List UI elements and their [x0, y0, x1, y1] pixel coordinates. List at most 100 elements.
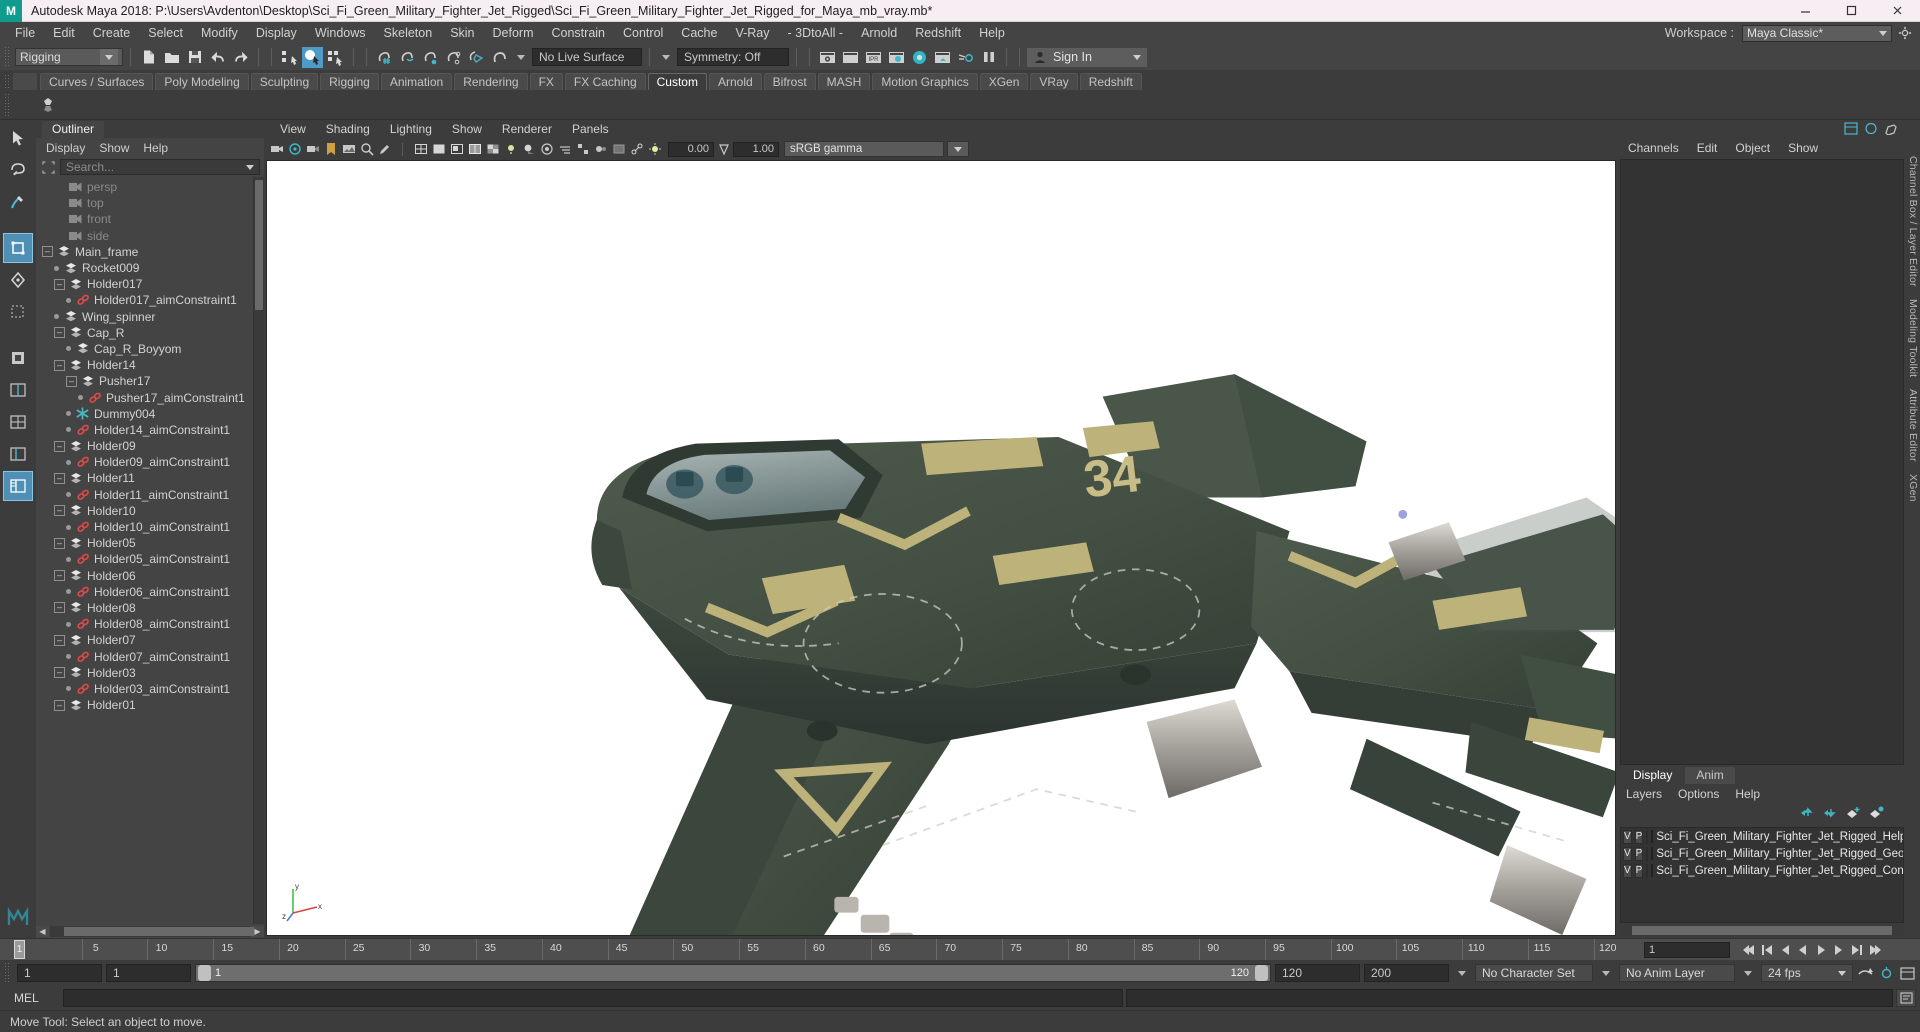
tree-expander-icon[interactable]: – [54, 634, 65, 646]
outliner-horizontal-scrollbar[interactable] [50, 925, 254, 937]
shelf-tab-motion-graphics[interactable]: Motion Graphics [872, 73, 978, 90]
open-scene-icon[interactable] [161, 47, 182, 68]
menu-display[interactable]: Display [247, 22, 306, 44]
tab-display-layers[interactable]: Display [1622, 767, 1684, 784]
tool-settings-icon[interactable] [1884, 122, 1898, 138]
tab-anim-layers[interactable]: Anim [1685, 767, 1735, 784]
viewport-menu-panels[interactable]: Panels [562, 122, 619, 136]
gamma-icon[interactable] [715, 141, 732, 158]
outliner-node[interactable]: Holder10_aimConstraint1 [36, 519, 253, 535]
vtab-channel-box-layer-editor[interactable]: Channel Box / Layer Editor [1907, 150, 1919, 293]
sign-in-button[interactable]: Sign In [1027, 47, 1147, 67]
layer-visibility-toggle[interactable]: V [1623, 863, 1632, 878]
color-space-dropdown-button[interactable] [947, 141, 969, 157]
channel-box-content[interactable] [1620, 159, 1904, 765]
outliner-node[interactable]: Holder09_aimConstraint1 [36, 454, 253, 470]
new-layer-from-selected-icon[interactable] [1869, 806, 1884, 822]
scrollbar-thumb[interactable] [1632, 926, 1892, 935]
shelf-grip[interactable] [4, 74, 11, 90]
current-frame-field[interactable]: 1 [1644, 941, 1730, 958]
auto-key-icon[interactable] [1857, 965, 1874, 982]
layer-row[interactable]: V P Sci_Fi_Green_Military_Fighter_Jet_Rigg… [1621, 862, 1903, 879]
outliner-node[interactable]: – Holder10 [36, 503, 253, 519]
layer-menu-layers[interactable]: Layers [1626, 787, 1662, 801]
channel-menu-object[interactable]: Object [1735, 141, 1770, 155]
channel-box-icon[interactable] [1844, 122, 1858, 138]
scrollbar-thumb[interactable] [255, 180, 263, 310]
character-set-options-icon[interactable] [1899, 965, 1916, 982]
shelf-tab-fx-caching[interactable]: FX Caching [564, 73, 646, 90]
make-live-icon[interactable] [489, 47, 510, 68]
menu-modify[interactable]: Modify [192, 22, 247, 44]
outliner-node[interactable]: Pusher17_aimConstraint1 [36, 389, 253, 405]
grease-pencil-icon[interactable] [376, 141, 393, 158]
tree-expander-icon[interactable]: – [54, 278, 65, 290]
last-tool-icon[interactable] [3, 343, 33, 373]
vtab-attribute-editor[interactable]: Attribute Editor [1907, 383, 1919, 468]
live-surface-field[interactable]: No Live Surface [532, 48, 642, 66]
workspace-selector[interactable]: Maya Classic* [1742, 24, 1892, 42]
vtab-xgen[interactable]: XGen [1907, 468, 1919, 508]
close-icon[interactable] [1874, 0, 1920, 22]
playback-speed-selector[interactable]: 24 fps [1761, 964, 1853, 982]
chevron-down-icon[interactable] [246, 164, 254, 170]
outliner-node[interactable]: – Holder07 [36, 632, 253, 648]
new-scene-icon[interactable] [138, 47, 159, 68]
ipr-render-icon[interactable]: IPR [863, 47, 884, 68]
outliner-vertical-scrollbar[interactable] [253, 177, 264, 924]
outliner-node[interactable]: – Cap_R [36, 325, 253, 341]
chevron-down-icon[interactable] [1602, 970, 1610, 976]
pause-render-icon[interactable] [978, 47, 999, 68]
tree-expander-icon[interactable]: – [66, 375, 77, 387]
channel-menu-channels[interactable]: Channels [1628, 141, 1679, 155]
outliner-node[interactable]: Wing_spinner [36, 309, 253, 325]
symmetry-field[interactable]: Symmetry: Off [677, 48, 789, 66]
tree-expander-icon[interactable]: – [54, 472, 65, 484]
shelf-row-grip[interactable] [4, 92, 11, 117]
outliner-node[interactable]: – Main_frame [36, 244, 253, 260]
layer-color-swatch[interactable] [1651, 830, 1654, 843]
step-back-key-icon[interactable] [1758, 941, 1775, 958]
layer-color-swatch[interactable] [1651, 847, 1654, 860]
chevron-down-icon[interactable] [1458, 970, 1466, 976]
rotate-tool-icon[interactable] [3, 265, 33, 295]
anim-layer-selector[interactable]: No Anim Layer [1619, 964, 1735, 982]
select-by-component-icon[interactable] [325, 47, 346, 68]
motion-blur-icon[interactable] [556, 141, 573, 158]
render-settings-icon[interactable] [886, 47, 907, 68]
shelf-tab-sculpting[interactable]: Sculpting [250, 73, 319, 90]
layer-playback-toggle[interactable]: P [1634, 829, 1644, 844]
outliner-menu-display[interactable]: Display [46, 141, 85, 155]
go-to-start-icon[interactable] [1740, 941, 1757, 958]
outliner-node[interactable]: Holder05_aimConstraint1 [36, 551, 253, 567]
tree-expander-icon[interactable]: – [54, 505, 65, 517]
outliner-node[interactable]: Holder08_aimConstraint1 [36, 616, 253, 632]
animation-preferences-icon[interactable] [1878, 965, 1895, 982]
outliner-node[interactable]: – Holder05 [36, 535, 253, 551]
undo-icon[interactable] [207, 47, 228, 68]
shelf-tab-redshift[interactable]: Redshift [1079, 73, 1142, 90]
snap-to-projected-center-icon[interactable] [443, 47, 464, 68]
menu-control[interactable]: Control [614, 22, 672, 44]
menu-file[interactable]: File [6, 22, 44, 44]
layer-horizontal-scrollbar[interactable] [1620, 925, 1904, 936]
outliner-node[interactable]: Cap_R_Boyyom [36, 341, 253, 357]
tree-expander-icon[interactable]: – [42, 246, 53, 258]
step-forward-key-icon[interactable] [1848, 941, 1865, 958]
outliner-node[interactable]: – Holder06 [36, 568, 253, 584]
outliner-node[interactable]: Rocket009 [36, 260, 253, 276]
range-start-field[interactable]: 1 [106, 964, 191, 982]
search-scope-icon[interactable] [40, 159, 56, 175]
four-pane-layout-icon[interactable] [3, 407, 33, 437]
layer-visibility-toggle[interactable]: V [1623, 829, 1632, 844]
new-layer-icon[interactable] [1846, 806, 1861, 822]
scale-tool-icon[interactable] [3, 297, 33, 327]
shelf-tab-arnold[interactable]: Arnold [708, 73, 762, 90]
use-all-lights-icon[interactable] [502, 141, 519, 158]
viewport-menu-lighting[interactable]: Lighting [380, 122, 442, 136]
layer-menu-options[interactable]: Options [1678, 787, 1719, 801]
layer-color-swatch[interactable] [1651, 864, 1654, 877]
select-by-object-icon[interactable] [302, 46, 323, 68]
menu-vray[interactable]: V-Ray [726, 22, 778, 44]
shelf-tab-bifrost[interactable]: Bifrost [763, 73, 816, 90]
